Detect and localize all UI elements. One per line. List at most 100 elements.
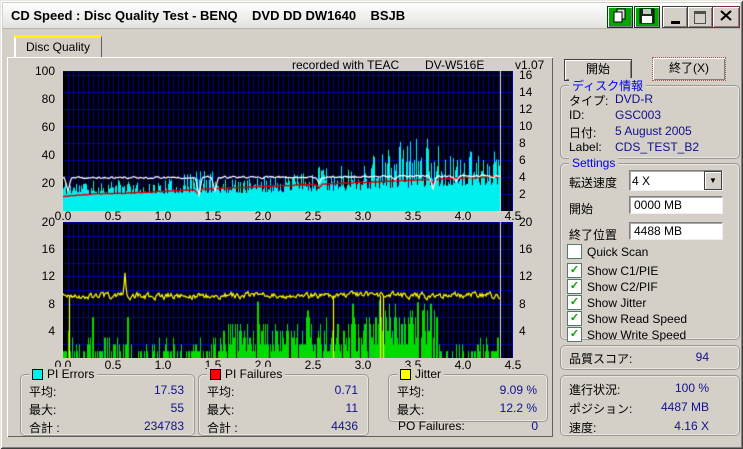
top-chart-left-axis: 100 80 60 40 20 <box>17 64 59 211</box>
checkbox-show-write-speed[interactable]: ✓ Show Write Speed <box>567 327 686 342</box>
axis-tick-label: 80 <box>41 92 55 106</box>
stat-row: 平均: 0.71 <box>207 383 358 399</box>
quality-score-row: 品質スコア: 94 <box>569 350 709 366</box>
checkbox-show-c2-pif[interactable]: ✓ Show C2/PIF <box>567 279 658 294</box>
pi-errors-swatch-icon <box>32 368 43 380</box>
disc-info-row: 日付: 5 August 2005 <box>569 124 692 140</box>
close-icon <box>720 10 732 24</box>
axis-tick-label: 16 <box>41 242 55 257</box>
checkbox-show-read-speed[interactable]: ✓ Show Read Speed <box>567 311 687 326</box>
stat-row: 最大: 55 <box>29 401 184 417</box>
progress-row: 進行状況: 100 % <box>569 381 709 397</box>
jitter-title: Jitter <box>415 367 442 381</box>
axis-tick-label: 3.0 <box>354 209 372 223</box>
disc-info-row: Label: CDS_TEST_B2 <box>569 140 700 154</box>
pi-failures-jitter-chart <box>63 222 513 358</box>
window-titlebar[interactable]: CD Speed : Disc Quality Test - BENQ DVD … <box>3 3 740 29</box>
transfer-rate-label: 転送速度 <box>569 176 618 190</box>
checkbox-icon: ✓ <box>567 311 582 326</box>
axis-tick-label: 4.5 <box>504 358 522 372</box>
maximize-icon <box>694 10 706 24</box>
jitter-swatch-icon <box>400 368 411 380</box>
progress-row: 速度: 4.16 X <box>569 419 709 435</box>
axis-tick-label: 2.5 <box>304 358 322 372</box>
drive-model-label: DV-W516E <box>425 58 485 72</box>
checkbox-quick-scan[interactable]: Quick Scan <box>567 244 648 259</box>
close-button[interactable] <box>712 6 740 28</box>
app-window: CD Speed : Disc Quality Test - BENQ DVD … <box>0 0 743 449</box>
transfer-rate-select[interactable]: 4 X ▼ <box>629 170 723 191</box>
save-button[interactable] <box>634 6 660 28</box>
axis-tick-label: 0.5 <box>104 209 122 223</box>
disc-info-row: タイプ: DVD-R <box>569 92 653 108</box>
axis-tick-label: 100 <box>34 64 55 78</box>
axis-tick-label: 20 <box>41 176 55 190</box>
end-position-input[interactable] <box>629 222 723 240</box>
window-title: CD Speed : Disc Quality Test - BENQ DVD … <box>11 8 406 23</box>
settings-group: Settings 転送速度 4 X ▼ 開始 終了位置 Quick Scan ✓… <box>560 156 740 342</box>
po-failures-label: PO Failures: <box>398 419 465 433</box>
pi-failures-swatch-icon <box>210 368 221 380</box>
axis-tick-label: 60 <box>41 120 55 134</box>
exit-button[interactable]: 終了(X) <box>652 57 726 81</box>
axis-tick-label: 4 <box>48 323 55 338</box>
axis-tick-label: 0.5 <box>104 358 122 372</box>
stat-row: 合計 :234783 <box>29 419 184 435</box>
pi-errors-title: PI Errors <box>47 367 95 381</box>
transfer-rate-value: 4 X <box>632 173 651 188</box>
axis-tick-label: 4.0 <box>454 358 472 372</box>
minimize-button[interactable] <box>662 6 688 28</box>
checkbox-icon: ✓ <box>567 263 582 278</box>
axis-tick-label: 14 <box>519 84 533 99</box>
checkbox-show-c1-pie[interactable]: ✓ Show C1/PIE <box>567 263 658 278</box>
tab-label: Disc Quality <box>25 40 90 54</box>
checkbox-icon <box>567 244 582 259</box>
stat-row: 平均: 9.09 % <box>397 383 537 399</box>
axis-tick-label: 12 <box>519 101 533 116</box>
settings-title: Settings <box>572 156 616 170</box>
bottom-chart-right-axis: 20 16 12 8 4 <box>516 215 546 358</box>
stat-row: 平均: 17.53 <box>29 383 184 399</box>
axis-tick-label: 3.0 <box>354 358 372 372</box>
disc-info-row: ID: GSC003 <box>569 108 662 122</box>
start-position-input[interactable] <box>629 196 723 214</box>
checkbox-icon: ✓ <box>567 295 582 310</box>
quality-score-value: 94 <box>695 350 709 364</box>
axis-tick-label: 1.0 <box>154 209 172 223</box>
top-chart-x-axis: 0.0 0.5 1.0 1.5 2.0 2.5 3.0 3.5 4.0 4.5 <box>55 209 522 223</box>
axis-tick-label: 20 <box>519 215 533 229</box>
axis-tick-label: 4 <box>519 169 526 184</box>
pi-failures-title: PI Failures <box>225 367 283 381</box>
pi-errors-stats-group: PI Errors 平均: 17.53 最大: 55 合計 :234783 <box>20 367 195 436</box>
po-failures-value: 0 <box>531 419 538 433</box>
pi-errors-chart <box>63 71 513 211</box>
jitter-stats-group: Jitter 平均: 9.09 % 最大: 12.2 % <box>388 367 548 422</box>
start-position-label: 開始 <box>569 202 594 216</box>
axis-tick-label: 20 <box>41 215 55 229</box>
axis-tick-label: 8 <box>519 135 526 150</box>
copy-to-clipboard-button[interactable] <box>607 6 633 28</box>
progress-row: ポジション: 4487 MB <box>569 400 709 416</box>
copy-icon <box>611 8 629 27</box>
axis-tick-label: 1.5 <box>204 209 222 223</box>
checkbox-icon: ✓ <box>567 279 582 294</box>
checkbox-show-jitter[interactable]: ✓ Show Jitter <box>567 295 646 310</box>
chevron-down-icon[interactable]: ▼ <box>704 171 722 190</box>
axis-tick-label: 2.0 <box>254 209 272 223</box>
stat-row: 最大: 11 <box>207 401 358 417</box>
top-chart-right-axis: 16 14 12 10 8 6 4 2 <box>516 68 546 211</box>
disc-quality-panel: recorded with TEAC DV-W516E v1.07 100 80 6… <box>7 57 553 437</box>
axis-tick-label: 40 <box>41 148 55 162</box>
axis-tick-label: 3.5 <box>404 209 422 223</box>
stat-row: 合計 :4436 <box>207 419 358 435</box>
end-position-label: 終了位置 <box>569 228 618 242</box>
po-failures-row: PO Failures: 0 <box>398 419 546 434</box>
axis-tick-label: 1.0 <box>154 358 172 372</box>
axis-tick-label: 2.5 <box>304 209 322 223</box>
quality-score-group: 品質スコア: 94 <box>560 345 740 370</box>
pi-failures-stats-group: PI Failures 平均: 0.71 最大: 11 合計 :4436 <box>198 367 369 436</box>
bottom-chart-left-axis: 20 16 12 8 4 <box>17 215 59 358</box>
maximize-button[interactable] <box>687 6 713 28</box>
axis-tick-label: 8 <box>519 296 526 311</box>
quality-score-label: 品質スコア: <box>569 352 633 366</box>
